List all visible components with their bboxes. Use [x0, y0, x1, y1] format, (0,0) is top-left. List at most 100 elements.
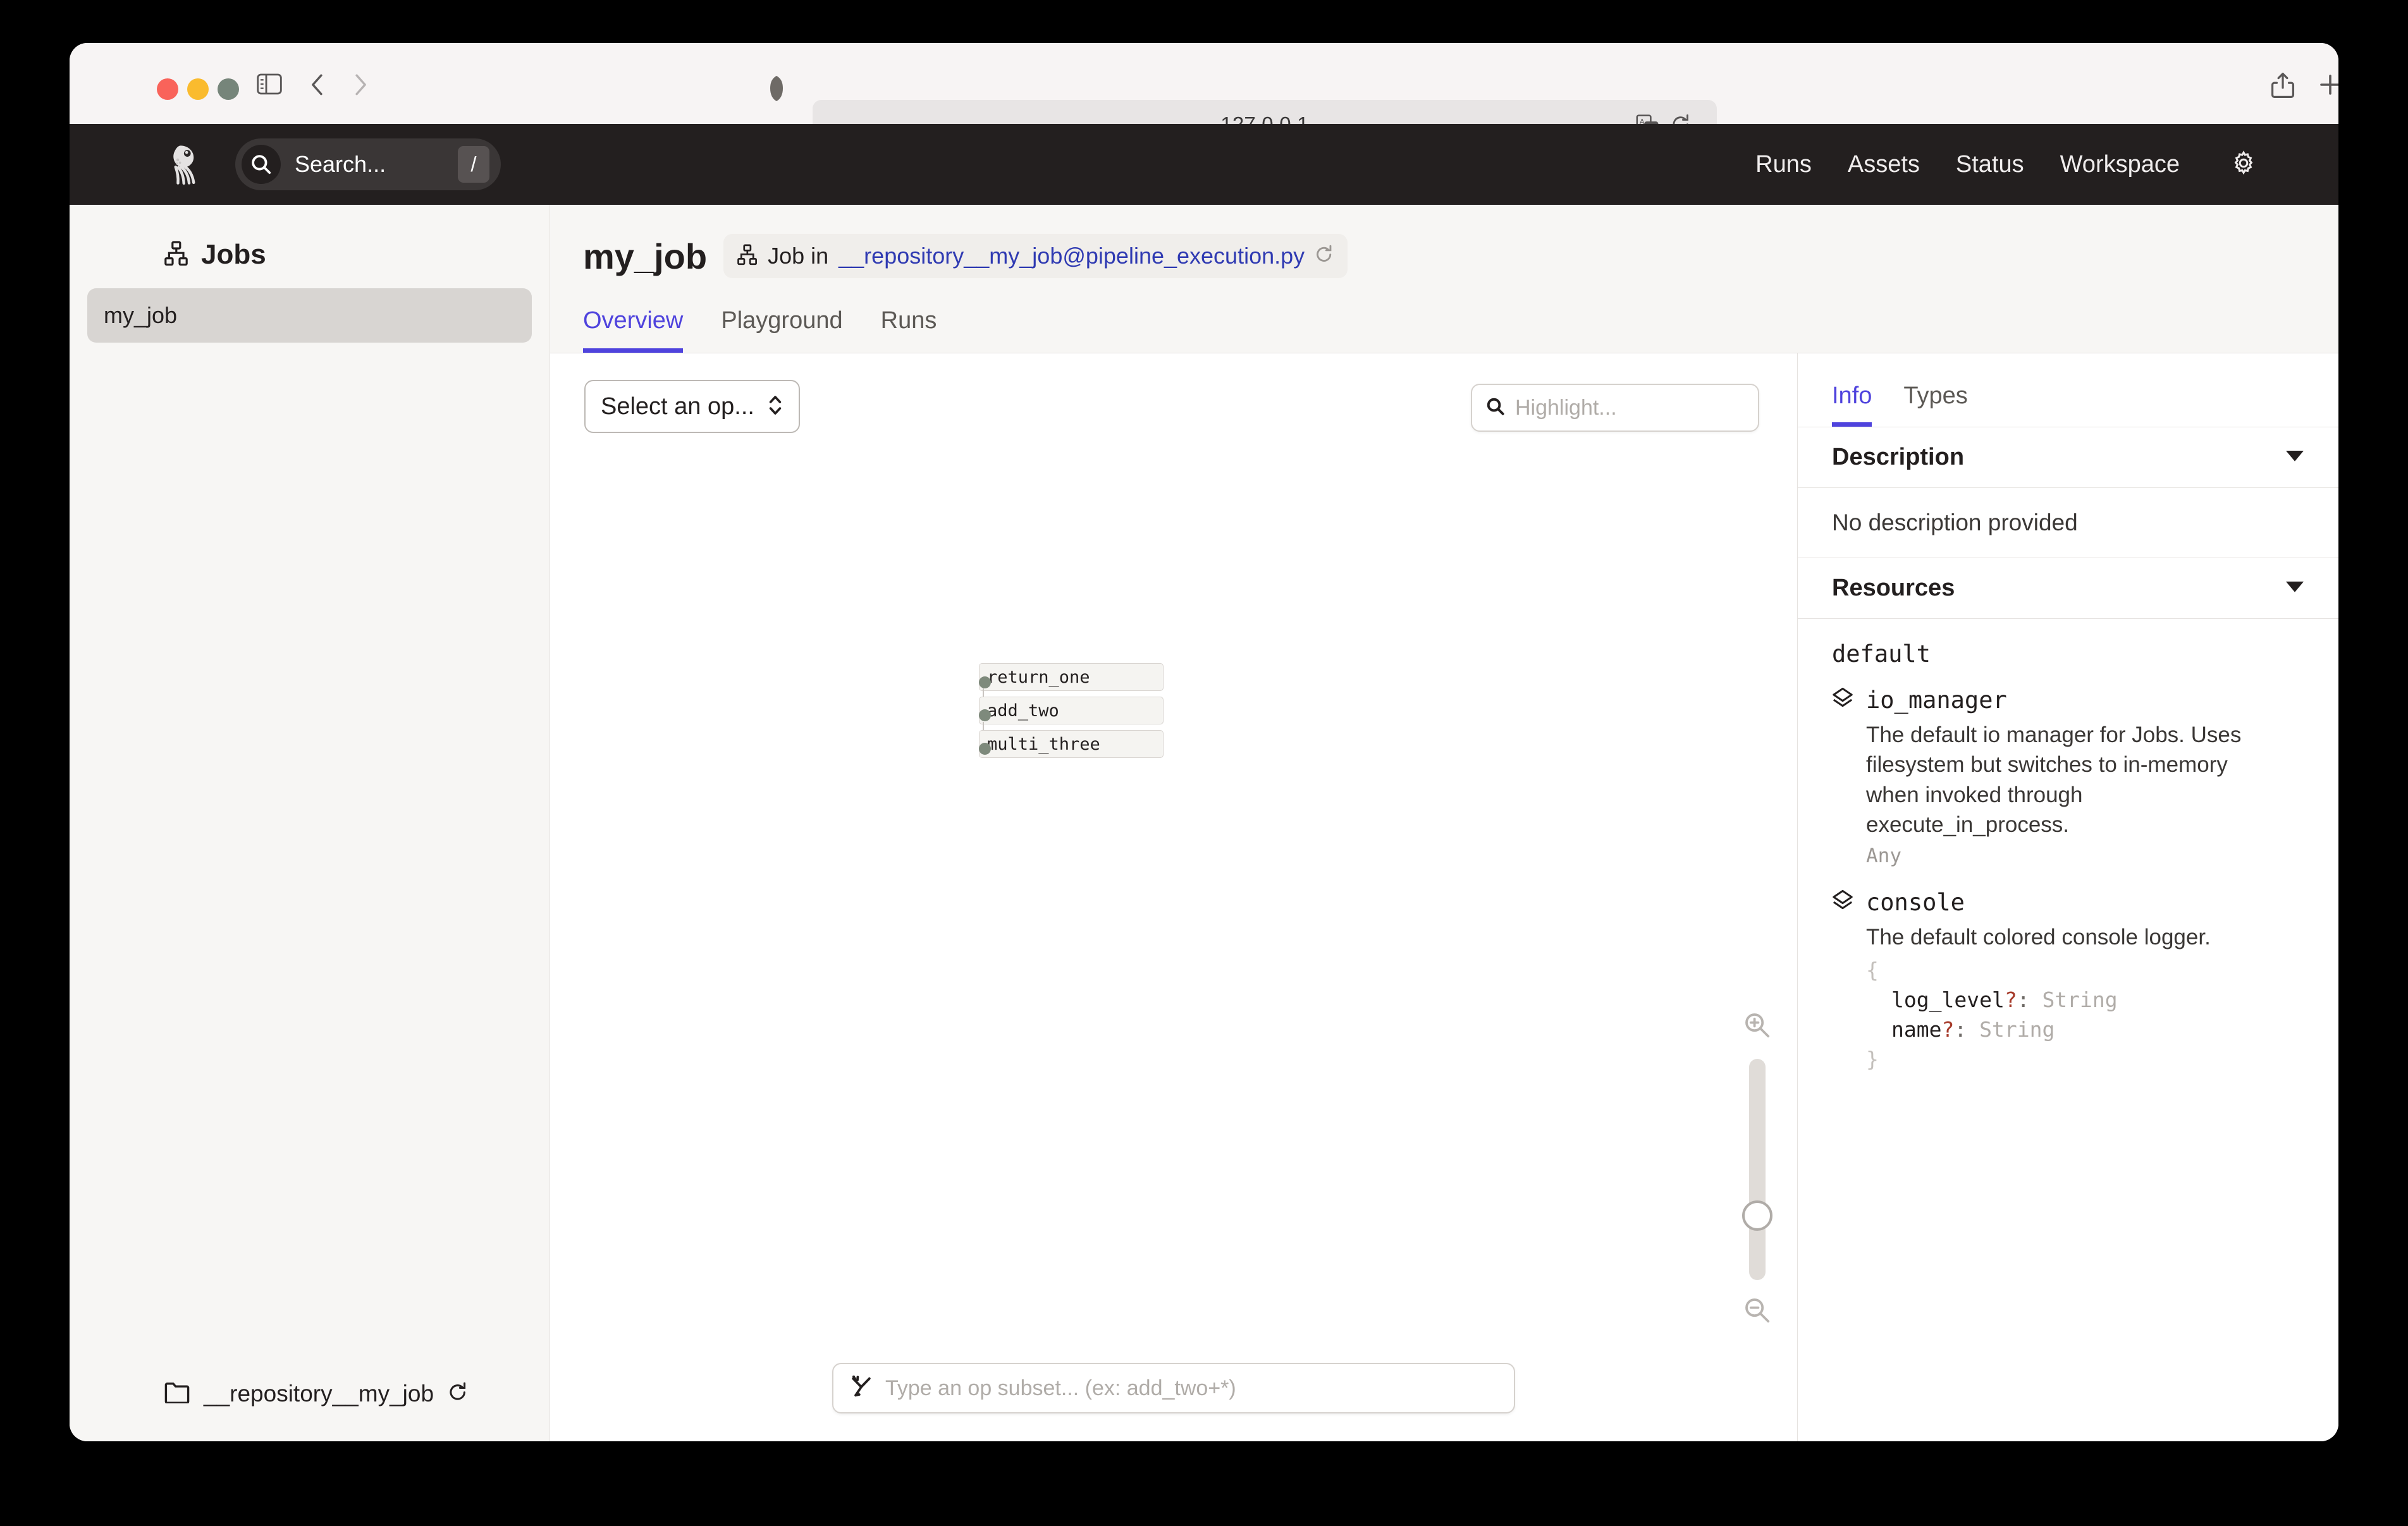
op-node-multi_three[interactable]: multi_three	[979, 730, 1164, 758]
tab-types[interactable]: Types	[1903, 382, 1967, 427]
config-field-name: name?: String	[1866, 1015, 2304, 1045]
resource-head: console	[1832, 889, 2304, 916]
layers-icon	[1832, 687, 1853, 713]
config-field-type: String	[1979, 1017, 2055, 1042]
resource-type: Any	[1866, 845, 2304, 867]
config-field-optional-mark: ?	[2005, 987, 2017, 1012]
dagster-logo-icon[interactable]	[164, 141, 211, 188]
nav-link-runs[interactable]: Runs	[1755, 151, 1812, 178]
left-sidebar: Jobs my_job __repository__my_jo	[70, 205, 550, 1441]
tab-playground[interactable]: Playground	[721, 307, 842, 353]
config-field-colon: :	[1954, 1017, 1967, 1042]
browser-toolbar: 127.0.0.1 A 文	[70, 43, 2338, 125]
resource-config-block: { log_level?: String name?: String	[1866, 956, 2304, 1074]
op-node-label: multi_three	[987, 735, 1100, 754]
resources-section-header[interactable]: Resources	[1798, 558, 2338, 619]
op-subset-input[interactable]: Type an op subset... (ex: add_two+*)	[832, 1363, 1515, 1413]
new-tab-icon[interactable]	[2318, 72, 2338, 101]
op-node-return_one[interactable]: return_one	[979, 663, 1164, 691]
sidebar-header: Jobs	[70, 205, 550, 271]
gear-icon[interactable]	[2231, 150, 2256, 179]
op-node-label: return_one	[987, 668, 1090, 687]
description-body: No description provided	[1798, 488, 2338, 558]
op-output-dot[interactable]	[979, 743, 991, 755]
desktop-background: 127.0.0.1 A 文	[0, 0, 2408, 1526]
resource-name: console	[1866, 889, 1965, 916]
reload-repository-icon[interactable]	[448, 1382, 468, 1407]
chevron-down-icon[interactable]	[2285, 449, 2304, 465]
tab-overview[interactable]: Overview	[583, 307, 683, 353]
reload-icon[interactable]	[1315, 245, 1334, 268]
nav-link-status[interactable]: Status	[1956, 151, 2024, 178]
zoom-slider-thumb[interactable]	[1742, 1200, 1772, 1231]
layers-icon	[1832, 889, 1853, 915]
tab-runs[interactable]: Runs	[881, 307, 937, 353]
content-split: return_one add_two	[550, 353, 2338, 1441]
config-field-colon: :	[2017, 987, 2030, 1012]
config-field-type: String	[2042, 987, 2117, 1012]
config-open-brace: {	[1866, 956, 2304, 986]
shield-icon[interactable]	[768, 76, 785, 104]
sidebar-job-list: my_job	[70, 271, 550, 343]
config-field-key: name	[1891, 1017, 1941, 1042]
dagster-app: Search... / Runs Assets Status Workspace	[70, 124, 2338, 1441]
global-top-navigation: Search... / Runs Assets Status Workspace	[70, 124, 2338, 205]
resource-description: The default colored console logger.	[1866, 922, 2283, 952]
op-node-label: add_two	[987, 701, 1059, 721]
breadcrumb-repository-link[interactable]: __repository__my_job@pipeline_execution.…	[838, 243, 1305, 269]
tab-info[interactable]: Info	[1832, 382, 1872, 427]
browser-window: 127.0.0.1 A 文	[70, 43, 2338, 1441]
highlight-placeholder: Highlight...	[1515, 396, 1617, 420]
op-graph-canvas[interactable]: return_one add_two	[550, 353, 1797, 1441]
window-maximize-button[interactable]	[218, 78, 239, 100]
search-shortcut-key: /	[458, 146, 489, 183]
search-icon	[1486, 397, 1505, 419]
resource-head: io_manager	[1832, 687, 2304, 714]
job-header: my_job Job in	[550, 205, 2338, 353]
zoom-slider-track[interactable]	[1749, 1059, 1766, 1280]
op-select-dropdown[interactable]: Select an op...	[584, 380, 800, 433]
sidebar-title: Jobs	[201, 239, 266, 271]
zoom-slider-control[interactable]	[1729, 1011, 1786, 1328]
job-graph-icon	[737, 244, 758, 269]
op-node-add_two[interactable]: add_two	[979, 697, 1164, 724]
resource-item-console: console The default colored console logg…	[1832, 889, 2304, 1075]
zoom-in-icon[interactable]	[1743, 1011, 1771, 1042]
sidebar-toggle-icon[interactable]	[257, 73, 282, 98]
info-pane: Info Types Description No description pr…	[1798, 353, 2338, 1441]
breadcrumb-prefix: Job in	[768, 243, 828, 269]
config-field-log_level: log_level?: String	[1866, 986, 2304, 1015]
top-nav-links: Runs Assets Status Workspace	[1755, 150, 2256, 179]
sidebar-item-label: my_job	[104, 302, 177, 329]
resource-item-io_manager: io_manager The default io manager for Jo…	[1832, 687, 2304, 867]
resource-name: io_manager	[1866, 687, 2007, 714]
chevron-down-icon[interactable]	[2285, 580, 2304, 596]
op-output-dot[interactable]	[979, 709, 991, 721]
job-title-row: my_job Job in	[583, 205, 2338, 278]
nav-link-workspace[interactable]: Workspace	[2060, 151, 2180, 178]
nav-back-icon[interactable]	[307, 73, 329, 99]
main-column: my_job Job in	[550, 205, 2338, 1441]
search-icon	[242, 145, 281, 184]
op-selector-icon	[850, 1376, 873, 1401]
config-field-optional-mark: ?	[1941, 1017, 1954, 1042]
sidebar-footer[interactable]: __repository__my_job	[70, 1346, 550, 1441]
window-close-button[interactable]	[157, 78, 178, 100]
app-body: Jobs my_job __repository__my_jo	[70, 205, 2338, 1441]
global-search-box[interactable]: Search... /	[235, 138, 501, 190]
sidebar-item-my_job[interactable]: my_job	[87, 288, 532, 343]
config-field-key: log_level	[1891, 987, 2005, 1012]
resource-description: The default io manager for Jobs. Uses fi…	[1866, 720, 2283, 839]
zoom-out-icon[interactable]	[1743, 1297, 1771, 1328]
description-section-header[interactable]: Description	[1798, 427, 2338, 488]
op-subset-placeholder: Type an op subset... (ex: add_two+*)	[885, 1376, 1236, 1401]
nav-forward-icon[interactable]	[349, 73, 371, 99]
op-output-dot[interactable]	[979, 676, 991, 688]
window-minimize-button[interactable]	[187, 78, 209, 100]
job-graph-icon	[164, 241, 188, 269]
highlight-input[interactable]: Highlight...	[1471, 384, 1759, 432]
nav-link-assets[interactable]: Assets	[1848, 151, 1920, 178]
share-icon[interactable]	[2270, 72, 2295, 102]
chevron-updown-icon	[767, 393, 783, 420]
description-title: Description	[1832, 444, 1964, 471]
